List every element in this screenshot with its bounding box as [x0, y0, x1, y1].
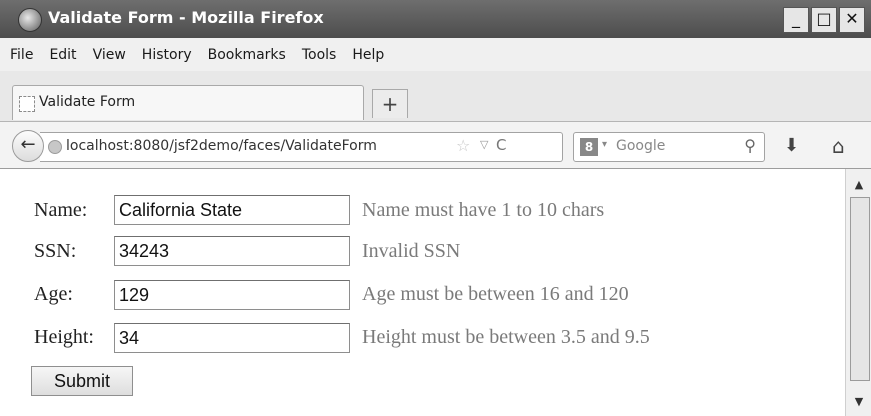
new-tab-button[interactable]: +	[372, 89, 408, 118]
ssn-error-message: Invalid SSN	[362, 240, 461, 262]
menu-history[interactable]: History	[142, 47, 192, 63]
site-identity-icon[interactable]	[48, 140, 62, 154]
menu-file[interactable]: File	[10, 47, 33, 63]
minimize-button[interactable]: _	[783, 7, 809, 33]
window-title: Validate Form - Mozilla Firefox	[48, 8, 324, 27]
menu-tools[interactable]: Tools	[302, 47, 337, 63]
download-icon[interactable]: ⬇	[784, 135, 799, 156]
age-error-message: Age must be between 16 and 120	[362, 283, 629, 305]
url-bar[interactable]: localhost:8080/jsf2demo/faces/ValidateFo…	[40, 132, 563, 162]
menu-help[interactable]: Help	[352, 47, 384, 63]
menu-view[interactable]: View	[93, 47, 126, 63]
reload-icon[interactable]: C	[496, 136, 506, 154]
scrollbar-thumb[interactable]	[850, 197, 870, 381]
scroll-down-arrow-icon[interactable]: ▼	[848, 392, 870, 412]
navigation-bar: localhost:8080/jsf2demo/faces/ValidateFo…	[0, 122, 871, 169]
page-favicon-icon	[19, 96, 35, 112]
tab-strip: Validate Form +	[0, 71, 871, 122]
height-error-message: Height must be between 3.5 and 9.5	[362, 326, 650, 348]
back-button[interactable]: ←	[12, 130, 44, 162]
close-button[interactable]: ✕	[839, 7, 865, 33]
window-controls: _ □ ✕	[781, 7, 865, 33]
maximize-button[interactable]: □	[811, 7, 837, 33]
search-box[interactable]: 8 ▾ Google ⚲	[573, 132, 765, 162]
scroll-up-arrow-icon[interactable]: ▲	[848, 175, 870, 195]
tab-validate-form[interactable]: Validate Form	[12, 85, 364, 120]
search-icon[interactable]: ⚲	[744, 136, 756, 155]
search-engine-dropdown-icon[interactable]: ▾	[602, 139, 607, 150]
name-error-message: Name must have 1 to 10 chars	[362, 199, 605, 221]
age-input[interactable]	[114, 280, 350, 310]
home-icon[interactable]: ⌂	[832, 134, 845, 158]
menu-bar: File Edit View History Bookmarks Tools H…	[0, 38, 871, 71]
ssn-label: SSN:	[34, 240, 77, 262]
menu-bookmarks[interactable]: Bookmarks	[208, 47, 286, 63]
close-icon: ✕	[845, 9, 859, 28]
tab-title: Validate Form	[39, 94, 136, 110]
url-history-dropdown-icon[interactable]: ▽	[480, 138, 488, 151]
maximize-icon: □	[816, 9, 832, 28]
ssn-input[interactable]	[114, 236, 350, 266]
menu-edit[interactable]: Edit	[49, 47, 76, 63]
search-engine-icon[interactable]: 8	[580, 138, 598, 156]
minimize-icon: _	[792, 9, 800, 28]
submit-button[interactable]: Submit	[31, 366, 133, 396]
height-input[interactable]	[114, 323, 350, 353]
bookmark-star-icon[interactable]: ☆	[456, 136, 470, 155]
title-bar: Validate Form - Mozilla Firefox _ □ ✕	[0, 0, 871, 38]
height-label: Height:	[34, 326, 94, 348]
firefox-logo-icon	[18, 8, 42, 32]
age-label: Age:	[34, 283, 73, 305]
name-label: Name:	[34, 199, 88, 221]
name-input[interactable]	[114, 195, 350, 225]
url-text[interactable]: localhost:8080/jsf2demo/faces/ValidateFo…	[66, 138, 456, 154]
page-content: Name: Name must have 1 to 10 chars SSN: …	[0, 169, 845, 416]
search-placeholder: Google	[616, 138, 666, 154]
vertical-scrollbar[interactable]: ▲ ▼	[845, 169, 871, 416]
